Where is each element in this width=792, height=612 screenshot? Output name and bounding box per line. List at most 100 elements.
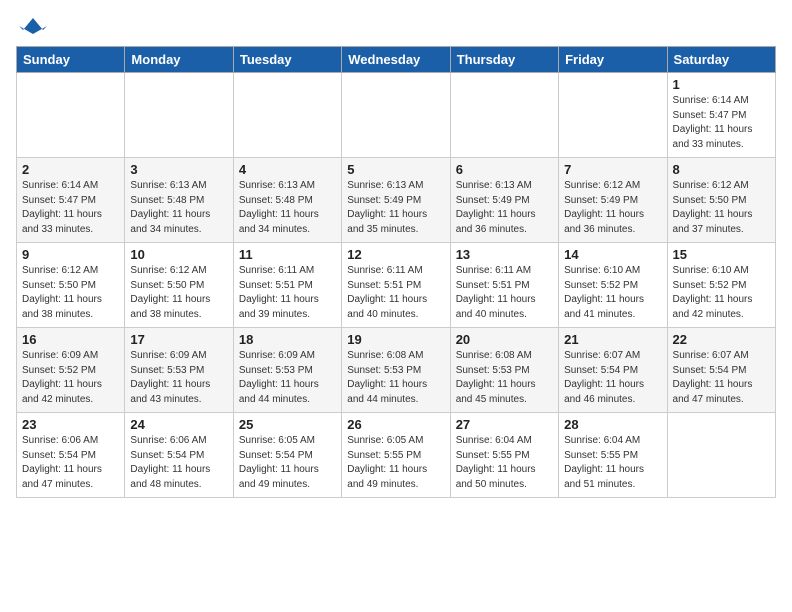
day-info: Sunrise: 6:10 AM Sunset: 5:52 PM Dayligh… [673, 264, 770, 322]
day-cell: 19 Sunrise: 6:08 AM Sunset: 5:53 PM Dayli… [342, 328, 450, 413]
day-cell: 14 Sunrise: 6:10 AM Sunset: 5:52 PM Dayli… [559, 243, 667, 328]
week-row-2: 2 Sunrise: 6:14 AM Sunset: 5:47 PM Daylig… [17, 158, 776, 243]
day-cell: 4 Sunrise: 6:13 AM Sunset: 5:48 PM Daylig… [233, 158, 341, 243]
day-cell [17, 73, 125, 158]
week-row-4: 16Sunrise: 6:09 AM Sunset: 5:52 PM Dayli… [17, 328, 776, 413]
calendar-table: SundayMondayTuesdayWednesdayThursdayFrid… [16, 46, 776, 498]
day-info: Sunrise: 6:13 AM Sunset: 5:48 PM Dayligh… [239, 179, 336, 237]
day-cell [667, 413, 775, 498]
day-number: 4 [239, 162, 336, 177]
day-info: Sunrise: 6:04 AM Sunset: 5:55 PM Dayligh… [564, 434, 661, 492]
day-number: 8 [673, 162, 770, 177]
day-cell: 18 Sunrise: 6:09 AM Sunset: 5:53 PM Dayli… [233, 328, 341, 413]
day-cell: 25 Sunrise: 6:05 AM Sunset: 5:54 PM Dayli… [233, 413, 341, 498]
col-header-wednesday: Wednesday [342, 47, 450, 73]
day-cell: 5 Sunrise: 6:13 AM Sunset: 5:49 PM Daylig… [342, 158, 450, 243]
day-cell [233, 73, 341, 158]
day-info: Sunrise: 6:12 AM Sunset: 5:49 PM Dayligh… [564, 179, 661, 237]
day-number: 27 [456, 417, 553, 432]
day-number: 10 [130, 247, 227, 262]
day-info: Sunrise: 6:05 AM Sunset: 5:55 PM Dayligh… [347, 434, 444, 492]
day-cell: 6 Sunrise: 6:13 AM Sunset: 5:49 PM Daylig… [450, 158, 558, 243]
day-number: 6 [456, 162, 553, 177]
day-cell: 20 Sunrise: 6:08 AM Sunset: 5:53 PM Dayli… [450, 328, 558, 413]
page-header [16, 16, 776, 34]
day-info: Sunrise: 6:09 AM Sunset: 5:53 PM Dayligh… [239, 349, 336, 407]
day-number: 22 [673, 332, 770, 347]
day-cell: 8 Sunrise: 6:12 AM Sunset: 5:50 PM Daylig… [667, 158, 775, 243]
col-header-sunday: Sunday [17, 47, 125, 73]
day-info: Sunrise: 6:11 AM Sunset: 5:51 PM Dayligh… [456, 264, 553, 322]
day-number: 18 [239, 332, 336, 347]
day-number: 20 [456, 332, 553, 347]
day-number: 13 [456, 247, 553, 262]
col-header-friday: Friday [559, 47, 667, 73]
day-info: Sunrise: 6:09 AM Sunset: 5:53 PM Dayligh… [130, 349, 227, 407]
day-info: Sunrise: 6:13 AM Sunset: 5:48 PM Dayligh… [130, 179, 227, 237]
day-cell: 23 Sunrise: 6:06 AM Sunset: 5:54 PM Dayli… [17, 413, 125, 498]
day-info: Sunrise: 6:12 AM Sunset: 5:50 PM Dayligh… [673, 179, 770, 237]
day-info: Sunrise: 6:08 AM Sunset: 5:53 PM Dayligh… [347, 349, 444, 407]
logo [16, 16, 47, 34]
week-row-3: 9 Sunrise: 6:12 AM Sunset: 5:50 PM Daylig… [17, 243, 776, 328]
day-info: Sunrise: 6:06 AM Sunset: 5:54 PM Dayligh… [22, 434, 119, 492]
day-cell: 24Sunrise: 6:06 AM Sunset: 5:54 PM Dayli… [125, 413, 233, 498]
day-number: 11 [239, 247, 336, 262]
day-cell: 7Sunrise: 6:12 AM Sunset: 5:49 PM Daylig… [559, 158, 667, 243]
day-cell: 12 Sunrise: 6:11 AM Sunset: 5:51 PM Dayli… [342, 243, 450, 328]
day-number: 14 [564, 247, 661, 262]
day-number: 21 [564, 332, 661, 347]
day-info: Sunrise: 6:10 AM Sunset: 5:52 PM Dayligh… [564, 264, 661, 322]
day-cell: 13 Sunrise: 6:11 AM Sunset: 5:51 PM Dayli… [450, 243, 558, 328]
day-number: 3 [130, 162, 227, 177]
col-header-saturday: Saturday [667, 47, 775, 73]
day-cell [125, 73, 233, 158]
day-info: Sunrise: 6:13 AM Sunset: 5:49 PM Dayligh… [347, 179, 444, 237]
day-info: Sunrise: 6:11 AM Sunset: 5:51 PM Dayligh… [347, 264, 444, 322]
day-cell: 9 Sunrise: 6:12 AM Sunset: 5:50 PM Daylig… [17, 243, 125, 328]
day-number: 9 [22, 247, 119, 262]
day-info: Sunrise: 6:12 AM Sunset: 5:50 PM Dayligh… [22, 264, 119, 322]
day-number: 19 [347, 332, 444, 347]
day-cell [559, 73, 667, 158]
day-number: 2 [22, 162, 119, 177]
day-cell: 17 Sunrise: 6:09 AM Sunset: 5:53 PM Dayli… [125, 328, 233, 413]
day-number: 26 [347, 417, 444, 432]
day-cell: 26 Sunrise: 6:05 AM Sunset: 5:55 PM Dayli… [342, 413, 450, 498]
col-header-monday: Monday [125, 47, 233, 73]
day-cell: 1Sunrise: 6:14 AM Sunset: 5:47 PM Daylig… [667, 73, 775, 158]
day-number: 12 [347, 247, 444, 262]
col-header-tuesday: Tuesday [233, 47, 341, 73]
day-cell: 21 Sunrise: 6:07 AM Sunset: 5:54 PM Dayli… [559, 328, 667, 413]
day-cell: 28Sunrise: 6:04 AM Sunset: 5:55 PM Dayli… [559, 413, 667, 498]
day-number: 23 [22, 417, 119, 432]
day-info: Sunrise: 6:13 AM Sunset: 5:49 PM Dayligh… [456, 179, 553, 237]
day-number: 15 [673, 247, 770, 262]
day-cell [450, 73, 558, 158]
day-cell: 10 Sunrise: 6:12 AM Sunset: 5:50 PM Dayli… [125, 243, 233, 328]
day-cell: 11 Sunrise: 6:11 AM Sunset: 5:51 PM Dayli… [233, 243, 341, 328]
day-number: 1 [673, 77, 770, 92]
day-info: Sunrise: 6:11 AM Sunset: 5:51 PM Dayligh… [239, 264, 336, 322]
day-info: Sunrise: 6:04 AM Sunset: 5:55 PM Dayligh… [456, 434, 553, 492]
week-row-1: 1Sunrise: 6:14 AM Sunset: 5:47 PM Daylig… [17, 73, 776, 158]
day-cell: 22 Sunrise: 6:07 AM Sunset: 5:54 PM Dayli… [667, 328, 775, 413]
day-info: Sunrise: 6:06 AM Sunset: 5:54 PM Dayligh… [130, 434, 227, 492]
day-info: Sunrise: 6:08 AM Sunset: 5:53 PM Dayligh… [456, 349, 553, 407]
day-info: Sunrise: 6:14 AM Sunset: 5:47 PM Dayligh… [22, 179, 119, 237]
col-header-thursday: Thursday [450, 47, 558, 73]
day-number: 25 [239, 417, 336, 432]
day-number: 16 [22, 332, 119, 347]
day-cell [342, 73, 450, 158]
day-number: 17 [130, 332, 227, 347]
day-cell: 15 Sunrise: 6:10 AM Sunset: 5:52 PM Dayli… [667, 243, 775, 328]
day-info: Sunrise: 6:12 AM Sunset: 5:50 PM Dayligh… [130, 264, 227, 322]
day-number: 5 [347, 162, 444, 177]
day-info: Sunrise: 6:05 AM Sunset: 5:54 PM Dayligh… [239, 434, 336, 492]
week-row-5: 23 Sunrise: 6:06 AM Sunset: 5:54 PM Dayli… [17, 413, 776, 498]
day-info: Sunrise: 6:07 AM Sunset: 5:54 PM Dayligh… [564, 349, 661, 407]
logo-icon [19, 16, 47, 34]
calendar-header-row: SundayMondayTuesdayWednesdayThursdayFrid… [17, 47, 776, 73]
day-info: Sunrise: 6:07 AM Sunset: 5:54 PM Dayligh… [673, 349, 770, 407]
day-cell: 3 Sunrise: 6:13 AM Sunset: 5:48 PM Daylig… [125, 158, 233, 243]
